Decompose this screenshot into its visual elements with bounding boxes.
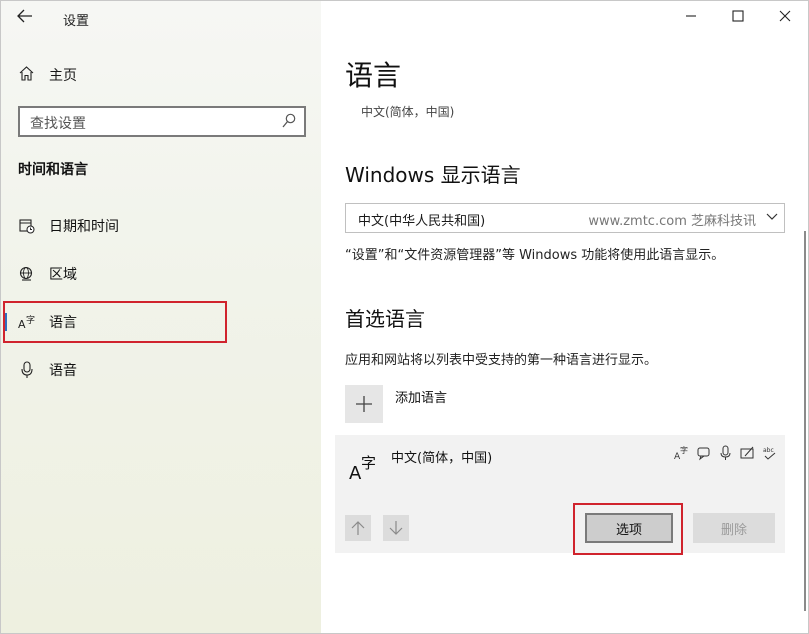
home-link[interactable]: 主页 [17, 63, 77, 87]
plus-icon [356, 396, 372, 412]
close-button[interactable] [773, 6, 797, 28]
arrow-up-icon [351, 521, 365, 535]
search-placeholder: 查找设置 [30, 116, 86, 132]
watermark-text: www.zmtc.com 芝麻科技讯 [588, 214, 756, 229]
sidebar-item-region[interactable]: 区域 [1, 254, 322, 294]
remove-button[interactable]: 删除 [693, 513, 775, 543]
search-input[interactable]: 查找设置 [18, 106, 306, 137]
display-language-select[interactable]: 中文(中华人民共和国) www.zmtc.com 芝麻科技讯 [345, 203, 785, 233]
globe-region-icon [17, 266, 37, 282]
move-up-button[interactable] [345, 515, 371, 541]
microphone-icon [17, 361, 37, 379]
sidebar-item-label: 语音 [49, 363, 77, 379]
arrow-down-icon [389, 521, 403, 535]
navigation-pane: 设置 主页 查找设置 时间和语言 日期和时间 区域 A字 语言 语音 [0, 0, 321, 634]
highlight-box-language [3, 301, 227, 343]
add-language-button[interactable] [345, 385, 383, 423]
back-button[interactable] [14, 8, 36, 28]
sidebar-item-speech[interactable]: 语音 [1, 350, 322, 390]
home-icon [17, 65, 35, 85]
back-arrow-icon [17, 9, 32, 23]
maximize-button[interactable] [726, 6, 750, 28]
page-title: 语言 [345, 59, 402, 92]
maximize-icon [732, 10, 744, 22]
microphone-feature-icon [718, 445, 733, 461]
highlight-box-options [573, 503, 683, 555]
preferred-languages-heading: 首选语言 [345, 307, 425, 331]
display-language-heading: Windows 显示语言 [345, 163, 521, 187]
add-language-label[interactable]: 添加语言 [395, 387, 447, 406]
page-subtitle: 中文(简体，中国) [361, 105, 455, 119]
handwriting-feature-icon [740, 445, 755, 461]
minimize-icon [686, 15, 696, 17]
move-down-button[interactable] [383, 515, 409, 541]
svg-text:abc: abc [763, 447, 774, 454]
preferred-languages-description: 应用和网站将以列表中受支持的第一种语言进行显示。 [345, 353, 658, 368]
title-bar: 设置 [1, 1, 321, 35]
spellcheck-feature-icon: abc [762, 445, 777, 461]
section-title: 时间和语言 [18, 162, 88, 178]
svg-text:字: 字 [361, 454, 376, 472]
display-language-value: 中文(中华人民共和国) [358, 214, 486, 229]
speech-bubble-feature-icon [696, 445, 711, 461]
language-name: 中文(简体，中国) [391, 451, 493, 466]
chevron-down-icon [766, 208, 778, 228]
search-icon [282, 113, 296, 129]
scrollbar[interactable] [804, 231, 806, 611]
close-icon [779, 10, 791, 22]
sidebar-item-date-time[interactable]: 日期和时间 [1, 206, 322, 246]
home-label: 主页 [49, 68, 77, 84]
sidebar-item-label: 区域 [49, 267, 77, 283]
minimize-button[interactable] [679, 6, 703, 28]
display-language-description: “设置”和“文件资源管理器”等 Windows 功能将使用此语言显示。 [345, 248, 725, 263]
language-icon: A字 [349, 451, 379, 484]
svg-text:字: 字 [680, 445, 688, 455]
sidebar-item-label: 日期和时间 [49, 219, 119, 235]
language-features: A字 abc [674, 445, 777, 462]
window-title: 设置 [63, 14, 90, 29]
calendar-clock-icon [17, 218, 37, 234]
display-language-feature-icon: A字 [674, 445, 689, 462]
content-pane: 语言 中文(简体，中国) Windows 显示语言 中文(中华人民共和国) ww… [321, 0, 809, 634]
language-list-item[interactable]: A字 中文(简体，中国) A字 abc 选项 删除 [335, 435, 785, 553]
